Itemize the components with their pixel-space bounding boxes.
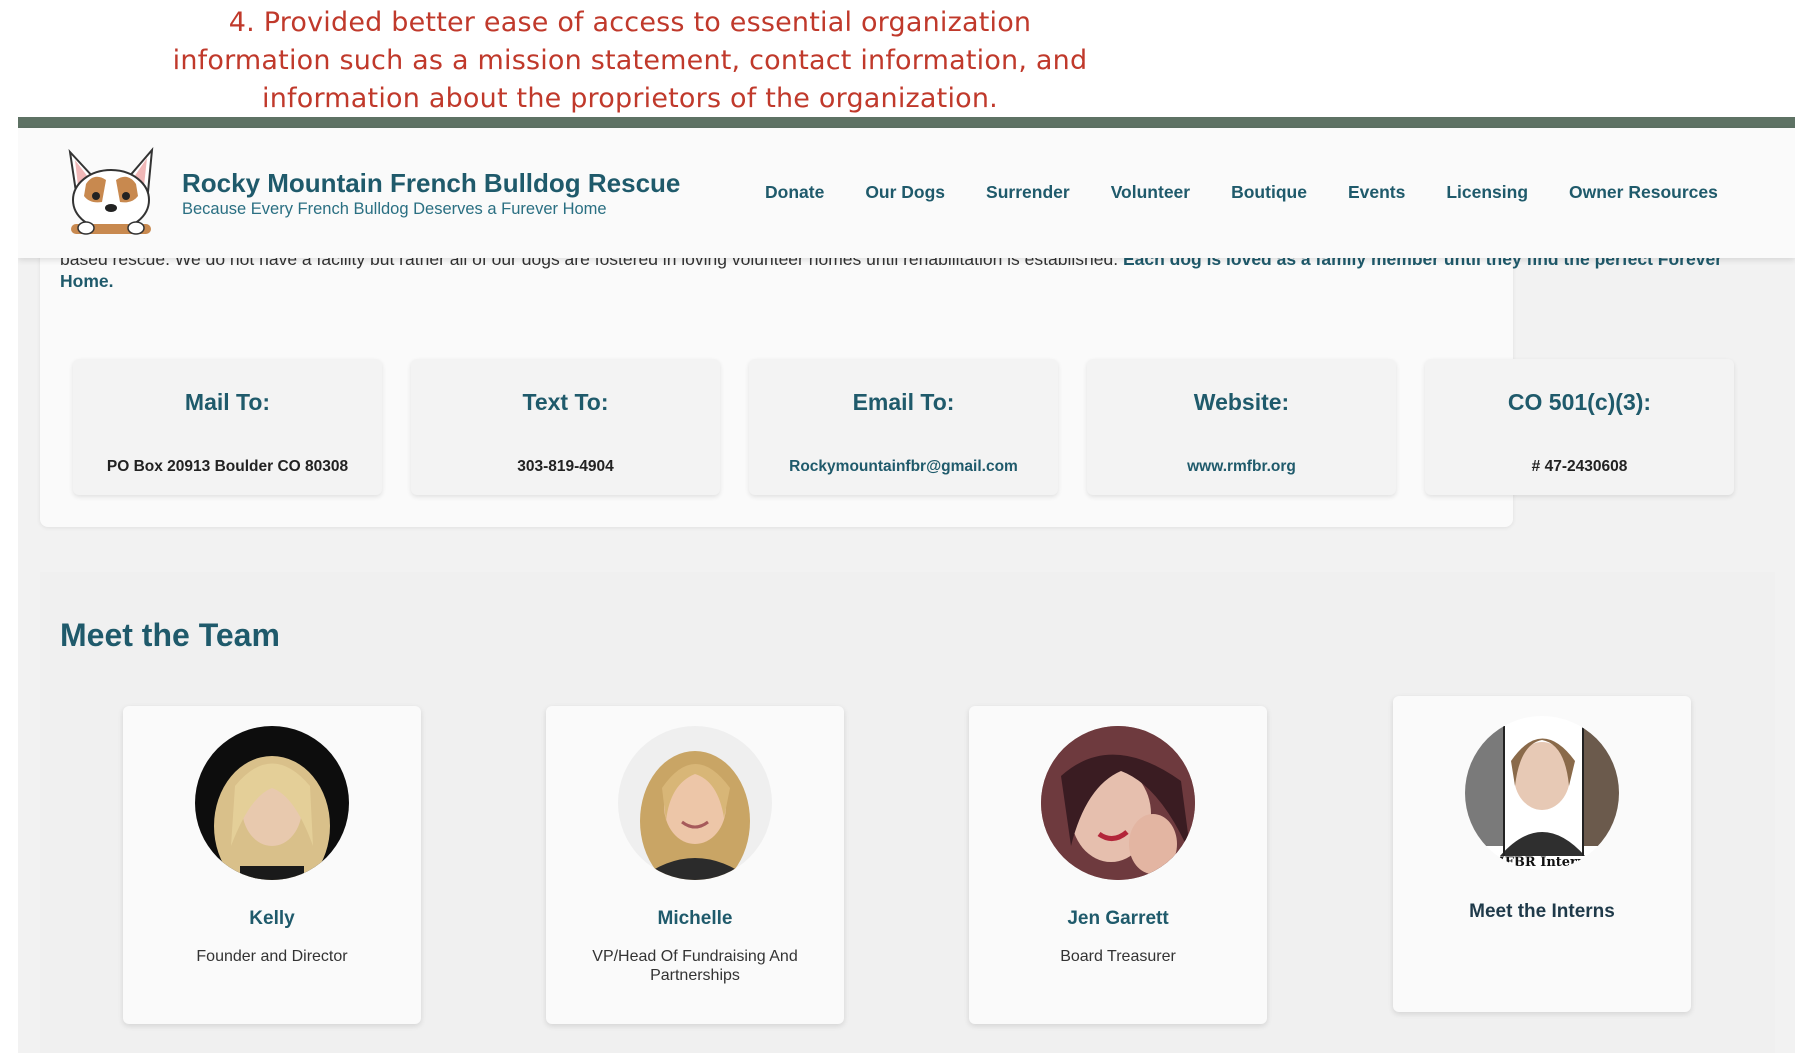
interns-photo-text: MFBR Interns [1490, 855, 1593, 870]
nav-owner-resources[interactable]: Owner Resources [1569, 182, 1718, 203]
top-color-bar [18, 117, 1795, 128]
caption-line-3: information about the proprietors of the… [262, 83, 998, 114]
info-box-text: Text To: 303-819-4904 [411, 359, 720, 495]
info-label: CO 501(c)(3): [1507, 389, 1652, 415]
info-label: Text To: [522, 389, 609, 415]
member-name: Jen Garrett [1067, 908, 1169, 929]
info-label: Website: [1193, 389, 1290, 415]
info-value: PO Box 20913 Boulder CO 80308 [106, 458, 349, 475]
info-box-website: Website: www.rmfbr.org [1087, 359, 1396, 495]
avatar [195, 726, 349, 880]
info-label: Mail To: [184, 389, 271, 415]
info-box-mail: Mail To: PO Box 20913 Boulder CO 80308 [73, 359, 382, 495]
website-link[interactable]: www.rmfbr.org [1087, 458, 1396, 476]
nav-licensing[interactable]: Licensing [1446, 182, 1528, 203]
team-card-michelle[interactable]: Michelle VP/Head Of Fundraising And Part… [546, 706, 844, 1024]
member-name: Meet the Interns [1469, 901, 1615, 922]
info-label: Email To: [852, 389, 955, 415]
info-box-email: Email To: Rockymountainfbr@gmail.com [749, 359, 1058, 495]
email-link[interactable]: Rockymountainfbr@gmail.com [749, 458, 1058, 476]
info-box-ein: CO 501(c)(3): # 47-2430608 [1425, 359, 1734, 495]
nav-volunteer[interactable]: Volunteer [1111, 182, 1190, 203]
caption-line-2: information such as a mission statement,… [172, 45, 1088, 76]
website-frame: has assisted in the rescue of approximat… [18, 117, 1795, 1053]
team-card-jen-garrett[interactable]: Jen Garrett Board Treasurer [969, 706, 1267, 1024]
caption-line-1: 4. Provided better ease of access to ess… [228, 7, 1032, 38]
nav-surrender[interactable]: Surrender [986, 182, 1070, 203]
nav-donate[interactable]: Donate [765, 182, 824, 203]
contact-info-row: Mail To: PO Box 20913 Boulder CO 80308 T… [73, 359, 1763, 495]
team-title: Meet the Team [60, 617, 280, 653]
team-card-interns[interactable]: MFBR Interns Meet the Interns [1393, 696, 1691, 1012]
main-nav: Donate Our Dogs Surrender Volunteer Bout… [765, 182, 1759, 203]
nav-boutique[interactable]: Boutique [1231, 182, 1307, 203]
avatar [618, 726, 772, 880]
member-name: Kelly [249, 908, 295, 929]
site-tagline: Because Every French Bulldog Deserves a … [182, 200, 607, 218]
bulldog-logo-icon[interactable] [56, 144, 166, 239]
member-role: VP/Head Of Fundraising And Partnerships [592, 948, 798, 984]
member-role: Founder and Director [196, 948, 348, 965]
nav-our-dogs[interactable]: Our Dogs [865, 182, 945, 203]
member-name: Michelle [657, 908, 733, 929]
avatar [1041, 726, 1195, 880]
slide-caption: 4. Provided better ease of access to ess… [150, 4, 1110, 118]
team-card-kelly[interactable]: Kelly Founder and Director [123, 706, 421, 1024]
nav-events[interactable]: Events [1348, 182, 1405, 203]
info-value: # 47-2430608 [1531, 458, 1628, 475]
member-role: Board Treasurer [1060, 948, 1176, 965]
avatar: MFBR Interns [1465, 716, 1619, 870]
site-title[interactable]: Rocky Mountain French Bulldog Rescue [182, 168, 680, 199]
site-header: Rocky Mountain French Bulldog Rescue Bec… [18, 128, 1795, 258]
info-value: 303-819-4904 [517, 458, 614, 475]
